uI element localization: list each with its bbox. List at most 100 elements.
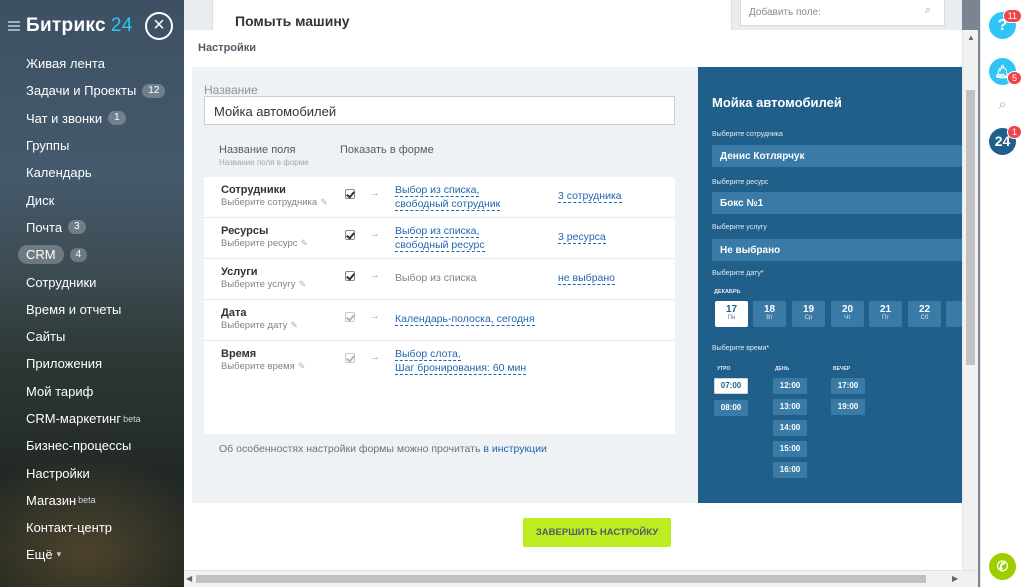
help-badge: 11 — [1002, 9, 1022, 23]
pencil-icon[interactable]: ✎ — [320, 197, 328, 207]
resource-select[interactable]: Бокс №1 — [712, 192, 962, 214]
pencil-icon[interactable]: ✎ — [298, 361, 306, 371]
vertical-scroll-thumb[interactable] — [966, 90, 975, 365]
field-name: Сотрудники — [221, 184, 286, 196]
sidebar-item-chat[interactable]: Чат и звонки 1 — [0, 105, 184, 132]
sidebar-item-more[interactable]: Ещё ▾ — [0, 541, 184, 568]
time-slot[interactable]: 19:00 — [831, 399, 865, 415]
field-hint[interactable]: Выберите услугу ✎ — [221, 279, 306, 290]
sidebar-item-shop[interactable]: Магазин beta — [0, 487, 184, 514]
sidebar-item-apps[interactable]: Приложения — [0, 350, 184, 377]
instruction-note: Об особенностях настройки формы можно пр… — [219, 443, 547, 455]
field-row-time: Время Выберите время ✎ → Выбор слота, Шаг … — [204, 341, 675, 382]
sidebar-item-crm-marketing[interactable]: CRM-маркетинг beta — [0, 405, 184, 432]
day-cell[interactable]: 17 Пн — [715, 301, 748, 327]
sidebar-item-feed[interactable]: Живая лента — [0, 50, 184, 77]
menu-icon[interactable] — [8, 21, 20, 31]
time-slot[interactable]: 14:00 — [773, 420, 807, 436]
show-checkbox-disabled — [345, 353, 355, 363]
name-label: Название — [204, 83, 258, 97]
time-slot[interactable]: 16:00 — [773, 462, 807, 478]
b24-button[interactable]: 24 1 — [989, 125, 1022, 155]
field-option-link[interactable]: Выбор из списка, свободный ресурс — [395, 224, 485, 252]
sidebar-item-tasks[interactable]: Задачи и Проекты 12 — [0, 77, 184, 104]
field-value-link[interactable]: 3 сотрудника — [558, 190, 622, 203]
field-name: Ресурсы — [221, 225, 269, 237]
pencil-icon[interactable]: ✎ — [298, 279, 306, 289]
field-option-link[interactable]: Календарь-полоска, сегодня — [395, 312, 535, 326]
time-slot[interactable]: 07:00 — [714, 378, 748, 394]
show-checkbox-disabled — [345, 312, 355, 322]
time-slot[interactable]: 12:00 — [773, 378, 807, 394]
field-value-link[interactable]: не выбрано — [558, 272, 616, 285]
phone-button[interactable]: ✆ — [989, 553, 1016, 580]
phone-icon: ✆ — [996, 558, 1009, 574]
day-cell[interactable]: 20 Чт — [831, 301, 864, 327]
sidebar-item-sites[interactable]: Сайты — [0, 323, 184, 350]
show-checkbox[interactable] — [345, 230, 355, 240]
day-cell[interactable]: 21 Пт — [869, 301, 902, 327]
add-field-input[interactable]: Добавить поле: ⌕ — [740, 0, 945, 26]
day-cell[interactable]: 18 Вт — [753, 301, 786, 327]
employee-select[interactable]: Денис Котлярчук — [712, 145, 962, 167]
sidebar-item-calendar[interactable]: Календарь — [0, 159, 184, 186]
field-hint[interactable]: Выберите дату ✎ — [221, 320, 298, 331]
sidebar-menu: Живая лента Задачи и Проекты 12 Чат и зво… — [0, 50, 184, 569]
field-row-services: Услуги Выберите услугу ✎ → Выбор из списк… — [204, 259, 675, 300]
logo[interactable]: Битрикс 24 — [26, 15, 133, 37]
sidebar-item-disk[interactable]: Диск — [0, 186, 184, 213]
day-cell-partial[interactable] — [946, 301, 962, 327]
help-button[interactable]: ? 11 — [989, 9, 1022, 39]
show-checkbox[interactable] — [345, 271, 355, 281]
field-row-employees: Сотрудники Выберите сотрудника ✎ → Выбор … — [204, 177, 675, 218]
sidebar-item-tariff[interactable]: Мой тариф — [0, 378, 184, 405]
sidebar-item-crm[interactable]: CRM 4 — [0, 241, 184, 268]
show-checkbox[interactable] — [345, 189, 355, 199]
right-toolbar: ? 11 🔔︎ 5 ⌕ 24 1 ✆ — [980, 0, 1024, 587]
field-hint[interactable]: Выберите время ✎ — [221, 361, 305, 372]
pencil-icon[interactable]: ✎ — [301, 238, 309, 248]
field-value-link[interactable]: 3 ресурса — [558, 231, 606, 244]
left-sidebar: Битрикс 24 × Живая лента Задачи и Проекты… — [0, 0, 184, 587]
field-hint[interactable]: Выберите ресурс ✎ — [221, 238, 308, 249]
scroll-right-icon[interactable]: ▶ — [952, 574, 958, 583]
sidebar-item-bizproc[interactable]: Бизнес-процессы — [0, 432, 184, 459]
b24-badge: 1 — [1006, 125, 1022, 139]
name-input[interactable]: Мойка автомобилей — [204, 96, 675, 125]
day-cell[interactable]: 19 Ср — [792, 301, 825, 327]
sidebar-item-employees[interactable]: Сотрудники — [0, 268, 184, 295]
time-slot[interactable]: 17:00 — [831, 378, 865, 394]
instruction-link[interactable]: в инструкции — [483, 443, 547, 455]
notifications-button[interactable]: 🔔︎ 5 — [989, 58, 1022, 85]
pencil-icon[interactable]: ✎ — [290, 320, 298, 330]
field-hint[interactable]: Выберите сотрудника ✎ — [221, 197, 328, 208]
day-cell[interactable]: 22 Сб — [908, 301, 941, 327]
resource-label: Выберите ресурс — [712, 179, 769, 186]
scroll-up-icon[interactable]: ▲ — [967, 33, 975, 42]
field-option-link[interactable]: Выбор из списка, свободный сотрудник — [395, 183, 501, 211]
counter-badge: 12 — [142, 83, 166, 98]
finish-settings-button[interactable]: ЗАВЕРШИТЬ НАСТРОЙКУ — [523, 518, 671, 547]
notifications-badge: 5 — [1006, 71, 1022, 85]
time-slot[interactable]: 15:00 — [773, 441, 807, 457]
form-settings-pane: Название Мойка автомобилей Название поля… — [192, 67, 698, 503]
preview-title: Мойка автомобилей — [712, 95, 842, 110]
scroll-left-icon[interactable]: ◀ — [186, 574, 192, 583]
field-option-link[interactable]: Выбор слота, Шаг бронирования: 60 мин — [395, 347, 527, 375]
service-select[interactable]: Не выбрано — [712, 239, 962, 261]
horizontal-scroll-thumb[interactable] — [196, 575, 926, 583]
field-row-date: Дата Выберите дату ✎ → Календарь-полоска,… — [204, 300, 675, 341]
vertical-scrollbar[interactable]: ▲ — [962, 30, 978, 570]
sidebar-item-settings[interactable]: Настройки — [0, 459, 184, 486]
sidebar-item-groups[interactable]: Группы — [0, 132, 184, 159]
sidebar-item-mail[interactable]: Почта 3 — [0, 214, 184, 241]
sidebar-item-time-reports[interactable]: Время и отчеты — [0, 296, 184, 323]
horizontal-scrollbar[interactable]: ◀ ▶ — [184, 570, 978, 587]
close-panel-button[interactable]: × — [145, 12, 173, 40]
sidebar-item-contact-center[interactable]: Контакт-центр — [0, 514, 184, 541]
date-label: Выберите дату* — [712, 270, 764, 277]
time-slot[interactable]: 08:00 — [714, 400, 748, 416]
search-button[interactable]: ⌕ — [989, 94, 1016, 121]
time-slot[interactable]: 13:00 — [773, 399, 807, 415]
close-icon: × — [153, 14, 165, 36]
